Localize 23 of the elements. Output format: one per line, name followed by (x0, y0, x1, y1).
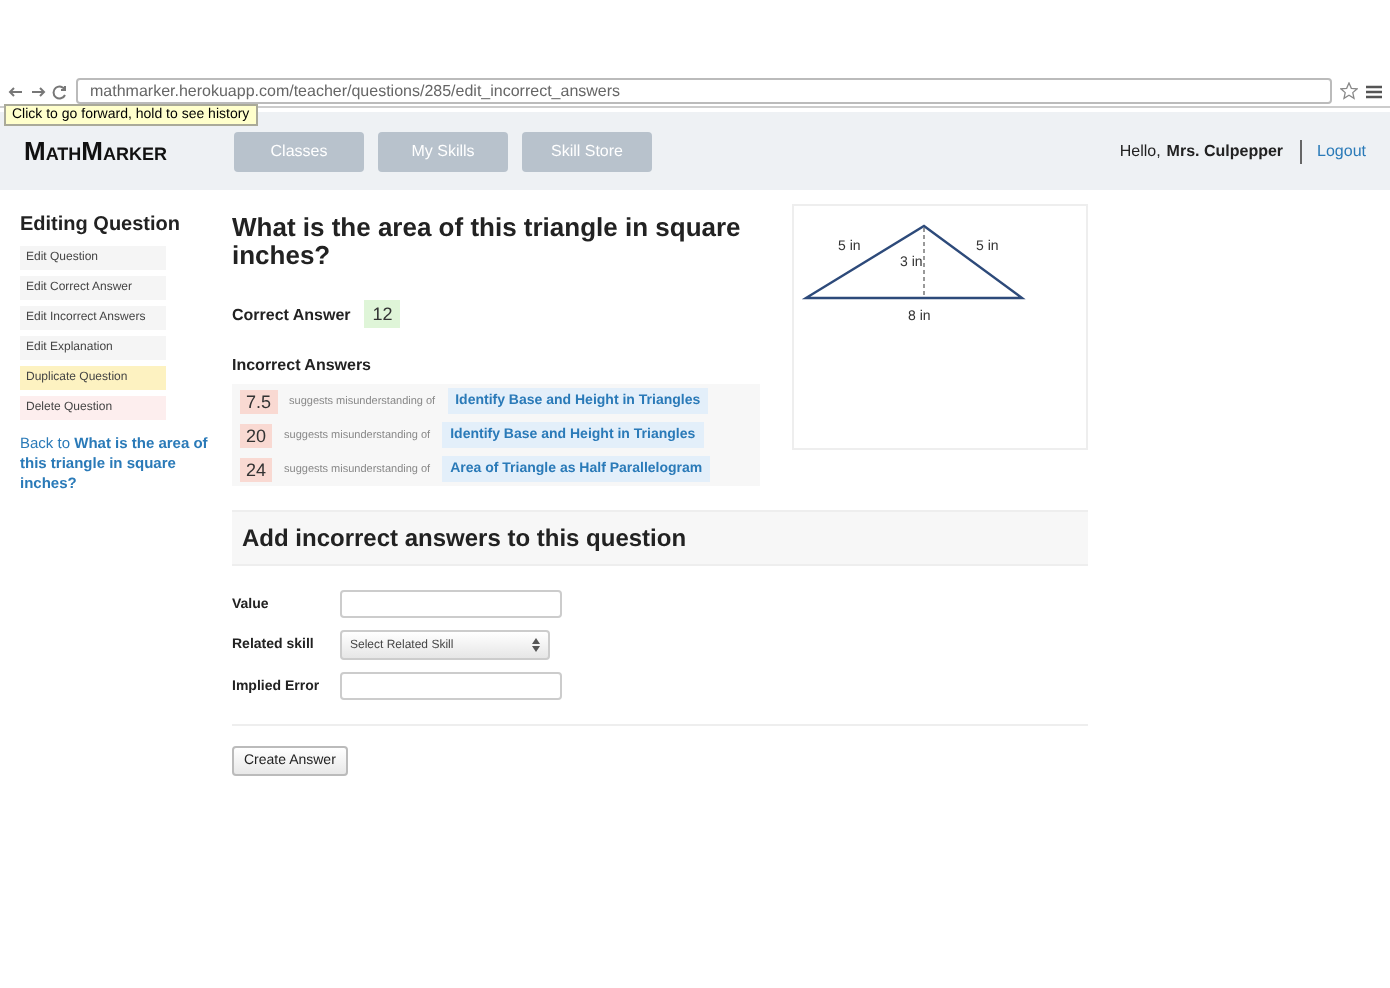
incorrect-answers-label: Incorrect Answers (232, 356, 374, 375)
forward-icon[interactable] (30, 83, 46, 99)
input-field[interactable] (340, 672, 562, 701)
menu-icon[interactable] (1366, 83, 1382, 99)
answer-value: 20 (240, 423, 273, 448)
question-title: What is the area of this triangle in square inches? (232, 214, 743, 269)
back-icon[interactable] (8, 83, 24, 99)
answer-value: 24 (240, 457, 273, 482)
star-icon[interactable] (1340, 82, 1358, 100)
address-bar[interactable]: mathmarker.herokuapp.com/teacher/questions/285/edit_incorrect_answers (76, 78, 1332, 104)
reload-icon[interactable] (52, 83, 68, 99)
user-name: Mrs. Culpepper (1166, 142, 1284, 160)
sidebar-title: Editing Question (20, 214, 182, 236)
form-title: Add incorrect answers to this question (242, 524, 689, 553)
logo[interactable]: MathMarker (24, 136, 234, 166)
answer-value: 7.5 (240, 389, 278, 414)
logout-link[interactable]: Logout (1317, 142, 1366, 160)
input-field[interactable] (340, 590, 562, 619)
height-line (923, 227, 925, 299)
correct-answer-label: Correct Answer (232, 305, 351, 324)
greeting-text: Hello, (1119, 142, 1161, 160)
correct-answer-value: 12 (364, 300, 401, 329)
updown-icon (532, 638, 540, 653)
